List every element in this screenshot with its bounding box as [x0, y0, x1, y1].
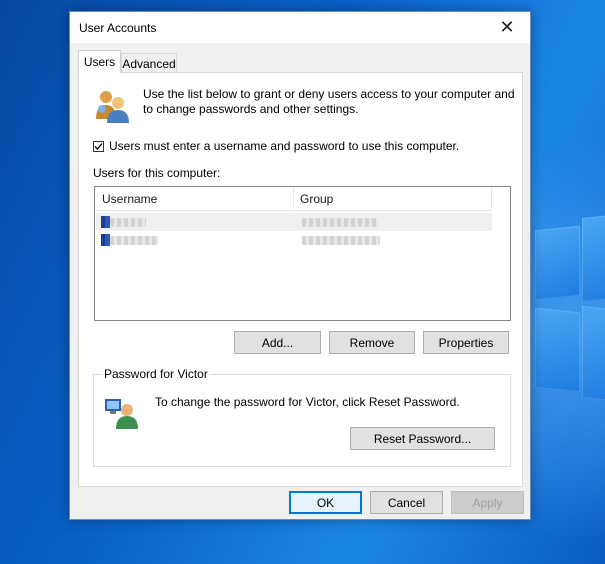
properties-button[interactable]: Properties [423, 331, 509, 354]
tab-users[interactable]: Users [78, 50, 121, 73]
table-row[interactable] [96, 231, 492, 249]
column-divider[interactable] [293, 187, 294, 209]
remove-button[interactable]: Remove [329, 331, 415, 354]
close-icon[interactable]: ✕ [484, 12, 530, 43]
intro-text: Use the list below to grant or deny user… [143, 87, 515, 116]
title-bar[interactable]: User Accounts ✕ [70, 12, 530, 43]
user-icon [101, 234, 110, 246]
users-table[interactable]: Username Group [94, 186, 511, 321]
group-cell-obscured [302, 218, 378, 227]
windows-logo-pane [535, 307, 580, 393]
username-cell-obscured [110, 218, 146, 227]
apply-button[interactable]: Apply [451, 491, 524, 514]
user-accounts-dialog: User Accounts ✕ Users Advanced Use the l… [69, 11, 531, 520]
checkbox-box[interactable] [93, 140, 104, 152]
ok-button[interactable]: OK [289, 491, 362, 514]
user-icon [101, 216, 110, 228]
username-cell-obscured [110, 236, 158, 245]
require-login-checkbox[interactable]: Users must enter a username and password… [93, 139, 459, 153]
reset-password-button[interactable]: Reset Password... [350, 427, 495, 450]
windows-logo-pane [582, 213, 605, 303]
users-list-label: Users for this computer: [93, 166, 221, 180]
windows-logo-pane [582, 305, 605, 403]
column-header-group[interactable]: Group [300, 192, 333, 206]
column-header-username[interactable]: Username [102, 192, 157, 206]
table-row[interactable] [96, 213, 492, 231]
window-title: User Accounts [79, 21, 157, 35]
column-divider[interactable] [491, 187, 492, 209]
password-group-legend: Password for Victor [102, 367, 210, 381]
add-button[interactable]: Add... [234, 331, 321, 354]
table-header: Username Group [95, 187, 492, 211]
checkmark-icon [94, 142, 103, 150]
password-instructions: To change the password for Victor, click… [155, 395, 460, 409]
group-cell-obscured [302, 236, 380, 245]
password-groupbox: Password for Victor To change the passwo… [93, 367, 511, 467]
user-password-icon [105, 399, 138, 429]
cancel-button[interactable]: Cancel [370, 491, 443, 514]
tab-advanced[interactable]: Advanced [121, 53, 177, 72]
users-tab-panel: Use the list below to grant or deny user… [78, 72, 523, 487]
require-login-label: Users must enter a username and password… [109, 139, 460, 153]
windows-logo-pane [535, 225, 580, 301]
users-icon [96, 91, 129, 123]
